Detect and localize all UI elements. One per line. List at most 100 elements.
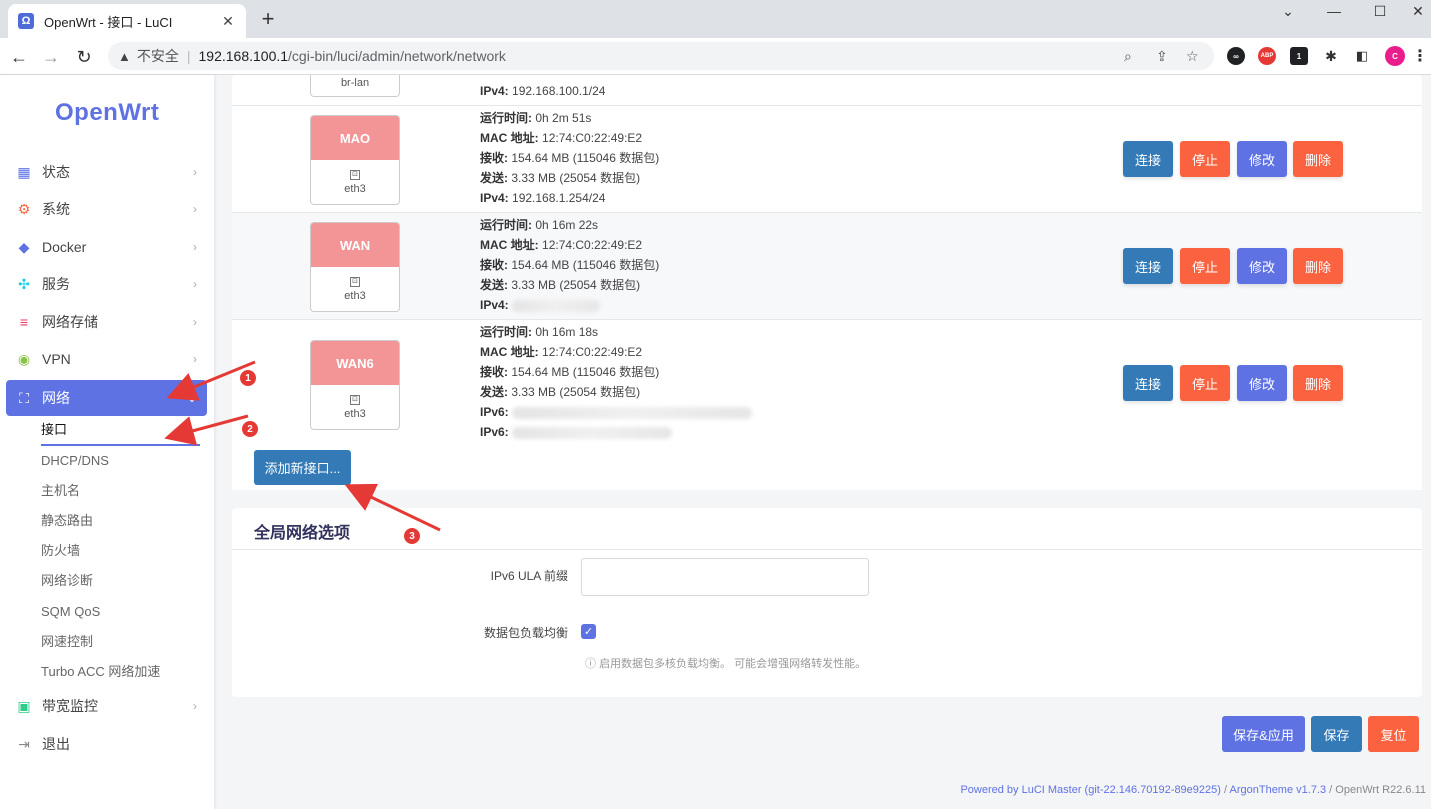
interface-badge[interactable]: MAO ⊡ eth3 xyxy=(310,115,400,205)
footer-theme-link[interactable]: ArgonTheme v1.7.3 xyxy=(1230,784,1327,796)
packet-balance-checkbox[interactable]: ✓ xyxy=(581,624,596,639)
url-field[interactable]: ▲ 不安全 | 192.168.100.1 /cgi-bin/luci/admi… xyxy=(108,42,1214,70)
url-host: 192.168.100.1 xyxy=(198,48,289,64)
sidebar-item-label: 退出 xyxy=(42,736,70,752)
connect-button[interactable]: 连接 xyxy=(1123,141,1173,177)
submenu-item-speed-control[interactable]: 网速控制 xyxy=(41,631,93,653)
new-tab-button[interactable]: + xyxy=(256,8,280,32)
packet-balance-hint: ⓘ 启用数据包多核负载均衡。 可能会增强网络转发性能。 xyxy=(585,655,866,671)
ula-prefix-input[interactable] xyxy=(581,558,869,596)
notification-extension-icon[interactable]: 1 xyxy=(1290,47,1308,65)
chevron-right-icon: › xyxy=(193,315,197,329)
uptime-label: 运行时间: xyxy=(480,325,532,339)
add-interface-button[interactable]: 添加新接口... xyxy=(254,450,351,485)
forward-button[interactable]: → xyxy=(40,46,62,68)
submenu-item-turbo-acc[interactable]: Turbo ACC 网络加速 xyxy=(41,661,160,683)
share-icon[interactable]: ⇪ xyxy=(1156,48,1168,65)
tab-title: OpenWrt - 接口 - LuCI xyxy=(44,14,173,30)
footer-powered-link[interactable]: Powered by LuCI Master (git-22.146.70192… xyxy=(960,784,1221,796)
reload-button[interactable]: ↻ xyxy=(73,46,95,68)
delete-button[interactable]: 删除 xyxy=(1293,141,1343,177)
docker-icon: ◆ xyxy=(18,238,30,255)
side-panel-icon[interactable]: ◧ xyxy=(1353,47,1371,65)
edit-button[interactable]: 修改 xyxy=(1237,248,1287,284)
minimize-button[interactable]: — xyxy=(1311,2,1357,20)
rx-value: 154.64 MB (115046 数据包) xyxy=(511,151,660,165)
badge-device: br-lan xyxy=(340,77,370,89)
stop-button[interactable]: 停止 xyxy=(1180,365,1230,401)
browser-tab-bar: Ω OpenWrt - 接口 - LuCI ✕ + ⌄ — ☐ ✕ xyxy=(0,0,1431,38)
submenu-item-static-routes[interactable]: 静态路由 xyxy=(41,510,93,532)
browser-menu-icon[interactable]: ⋮ xyxy=(1411,47,1429,65)
chevron-down-icon: ⌄ xyxy=(186,391,197,405)
interface-badge[interactable]: WAN6 ⊡ eth3 xyxy=(310,340,400,430)
close-window-button[interactable]: ✕ xyxy=(1395,2,1431,20)
stop-button[interactable]: 停止 xyxy=(1180,248,1230,284)
sidebar-item-storage[interactable]: ≡ 网络存储 › xyxy=(6,305,207,339)
ipv4-label: IPv4: xyxy=(480,84,509,98)
annotation-badge-2: 2 xyxy=(242,421,258,437)
openwrt-logo[interactable]: OpenWrt xyxy=(55,99,159,127)
sidebar-item-system[interactable]: ⚙ 系统 › xyxy=(6,192,207,226)
interface-row-mao: MAO ⊡ eth3 运行时间: 0h 2m 51s MAC 地址: 12:74… xyxy=(232,105,1422,212)
network-icon: ⛶ xyxy=(19,389,29,406)
uptime-label: 运行时间: xyxy=(480,218,532,232)
badge-device-block: ⊡ eth3 xyxy=(311,385,399,429)
interface-badge[interactable]: WAN ⊡ eth3 xyxy=(310,222,400,312)
tx-label: 发送: xyxy=(480,385,508,399)
chevron-right-icon: › xyxy=(193,165,197,179)
submenu-item-firewall[interactable]: 防火墙 xyxy=(41,540,80,562)
interface-name: WAN xyxy=(311,223,399,267)
close-tab-icon[interactable]: ✕ xyxy=(220,13,236,30)
edit-button[interactable]: 修改 xyxy=(1237,365,1287,401)
sidebar-item-network[interactable]: ⛶ 网络 ⌄ xyxy=(6,380,207,416)
uptime-label: 运行时间: xyxy=(480,111,532,125)
delete-button[interactable]: 删除 xyxy=(1293,248,1343,284)
bookmark-star-icon[interactable]: ☆ xyxy=(1186,48,1199,65)
sidebar-item-logout[interactable]: ⇥ 退出 xyxy=(6,727,207,761)
sidebar-item-bandwidth[interactable]: ▣ 带宽监控 › xyxy=(6,689,207,723)
rx-label: 接收: xyxy=(480,365,508,379)
packet-balance-label: 数据包负载均衡 xyxy=(483,626,568,640)
infinity-extension-icon[interactable]: ∞ xyxy=(1227,47,1245,65)
save-button[interactable]: 保存 xyxy=(1311,716,1362,752)
rx-value: 154.64 MB (115046 数据包) xyxy=(511,258,660,272)
interface-badge-lan: br-lan xyxy=(310,75,400,97)
submenu-item-interfaces[interactable]: 接口 xyxy=(41,419,67,441)
delete-button[interactable]: 删除 xyxy=(1293,365,1343,401)
stop-button[interactable]: 停止 xyxy=(1180,141,1230,177)
sidebar-item-docker[interactable]: ◆ Docker › xyxy=(6,230,207,264)
connect-button[interactable]: 连接 xyxy=(1123,248,1173,284)
submenu-item-sqm-qos[interactable]: SQM QoS xyxy=(41,601,100,623)
sidebar-item-status[interactable]: ▦ 状态 › xyxy=(6,155,207,189)
uptime-value: 0h 2m 51s xyxy=(535,111,592,125)
footer: Powered by LuCI Master (git-22.146.70192… xyxy=(960,784,1426,796)
lan-ipv4: IPv4: 192.168.100.1/24 xyxy=(480,81,605,101)
profile-avatar[interactable]: C xyxy=(1385,46,1405,66)
edit-button[interactable]: 修改 xyxy=(1237,141,1287,177)
sidebar-item-services[interactable]: ✣ 服务 › xyxy=(6,267,207,301)
chevron-right-icon: › xyxy=(193,277,197,291)
browser-tab[interactable]: Ω OpenWrt - 接口 - LuCI ✕ xyxy=(8,4,246,38)
submenu-item-dhcp-dns[interactable]: DHCP/DNS xyxy=(41,450,109,472)
uptime-value: 0h 16m 22s xyxy=(535,218,599,232)
sidebar-item-label: 状态 xyxy=(42,164,70,180)
sidebar-item-label: 网络 xyxy=(42,390,70,406)
abp-extension-icon[interactable]: ABP xyxy=(1258,47,1276,65)
submenu-item-diagnostics[interactable]: 网络诊断 xyxy=(41,570,93,592)
back-button[interactable]: ← xyxy=(8,46,30,68)
save-apply-button[interactable]: 保存&应用 xyxy=(1222,716,1305,752)
sidebar-item-vpn[interactable]: ◉ VPN › xyxy=(6,342,207,376)
connect-button[interactable]: 连接 xyxy=(1123,365,1173,401)
device-name: eth3 xyxy=(344,289,366,302)
reset-button[interactable]: 复位 xyxy=(1368,716,1419,752)
redacted-ipv4 xyxy=(512,299,601,312)
chevron-down-icon[interactable]: ⌄ xyxy=(1265,2,1311,20)
zoom-icon[interactable]: ⌕ xyxy=(1124,48,1132,65)
ipv4-value: 192.168.1.254/24 xyxy=(512,191,606,205)
vpn-icon: ◉ xyxy=(17,350,31,367)
submenu-item-hostnames[interactable]: 主机名 xyxy=(41,480,80,502)
dashboard-icon: ▦ xyxy=(17,163,31,180)
section-divider xyxy=(232,549,1422,550)
puzzle-extensions-icon[interactable]: ✱ xyxy=(1322,47,1340,65)
